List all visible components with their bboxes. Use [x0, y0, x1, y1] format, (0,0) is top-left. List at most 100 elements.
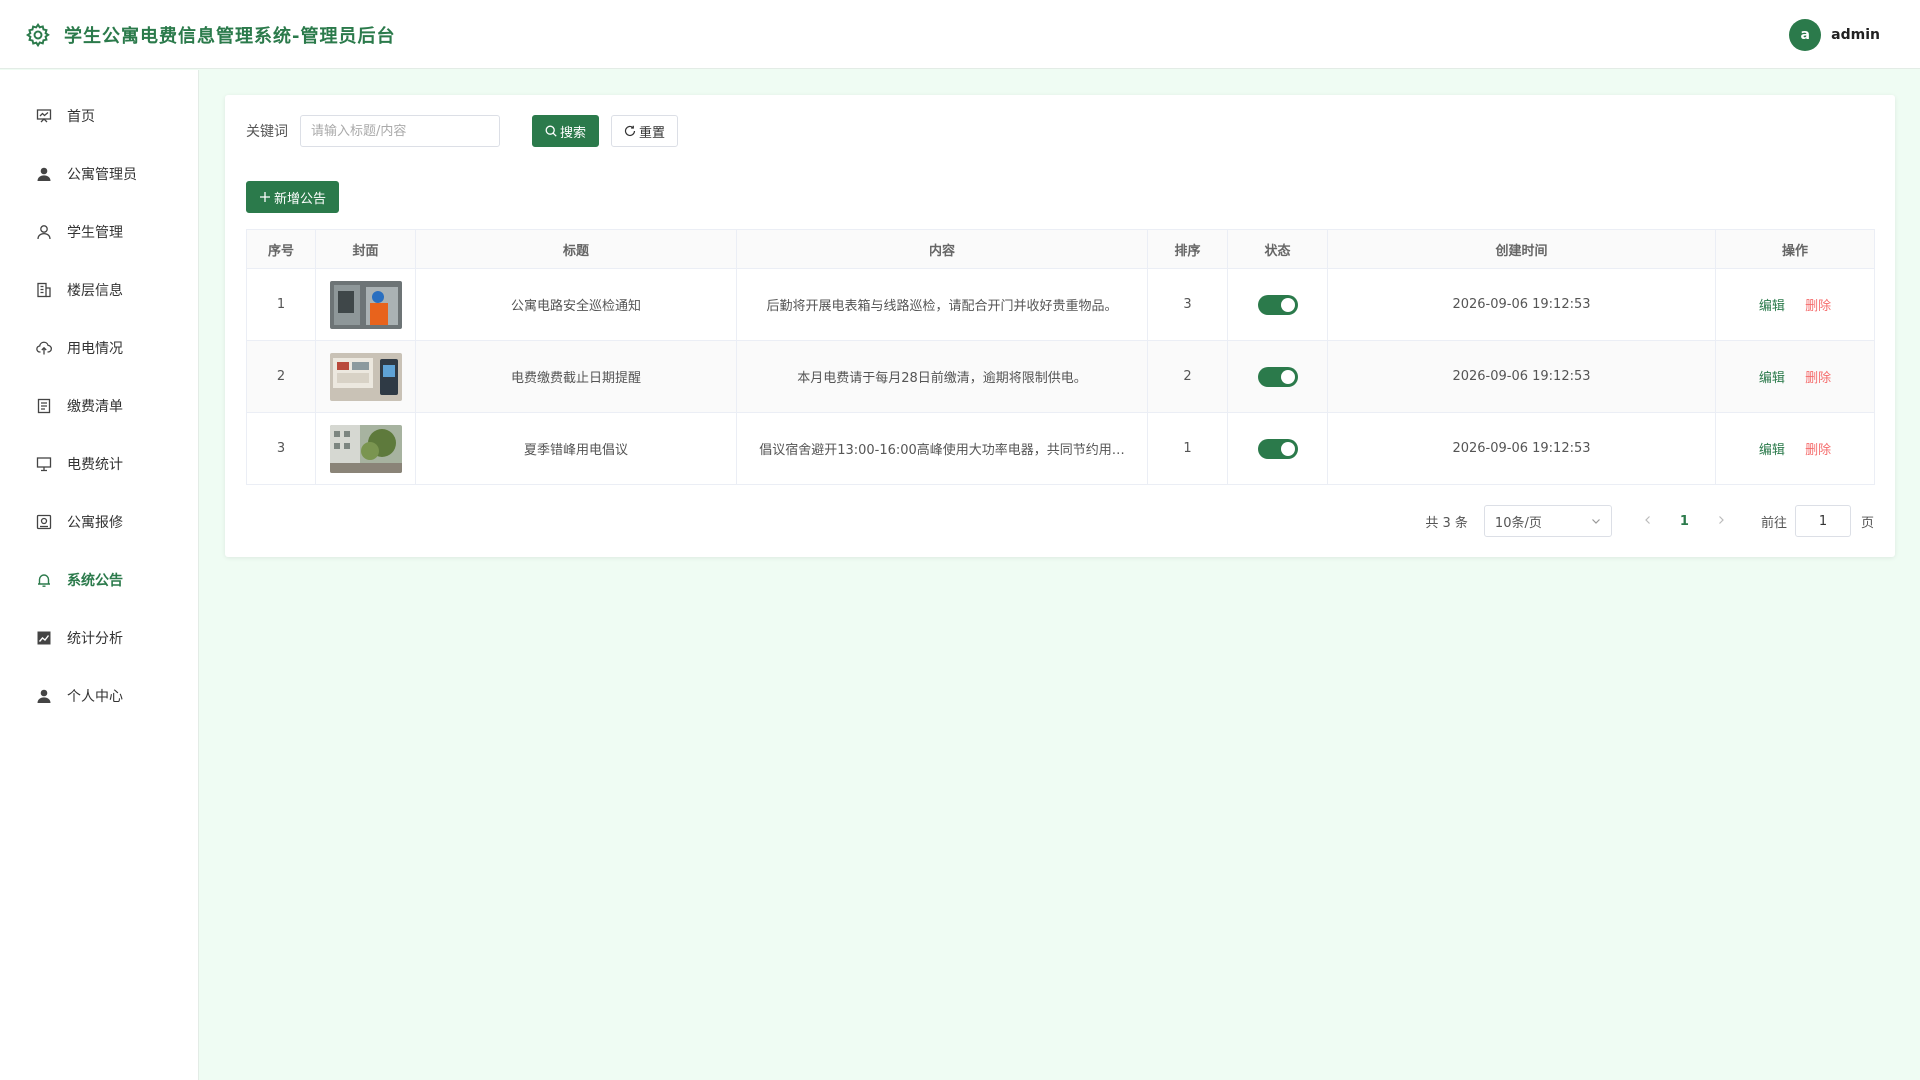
chevron-left-icon	[1645, 515, 1650, 524]
column-header: 序号	[246, 229, 316, 269]
user-icon	[37, 225, 51, 240]
username[interactable]: admin	[1831, 27, 1880, 43]
row-index: 3	[246, 412, 316, 485]
cover-image[interactable]	[329, 424, 402, 473]
row-index: 1	[246, 268, 316, 341]
table-header-row: 序号 封面 标题 内容 排序 状态 创建时间 操作	[246, 229, 1875, 269]
sidebar-item-label: 缴费清单	[67, 399, 123, 415]
avatar[interactable]: a	[1789, 19, 1822, 51]
sidebar-item-label: 电费统计	[67, 457, 123, 473]
row-sort: 3	[1147, 268, 1228, 341]
status-toggle[interactable]	[1257, 366, 1298, 387]
presentation-icon	[36, 109, 52, 123]
actions-cell: 编辑 删除	[1715, 268, 1875, 341]
add-announcement-button[interactable]: 新增公告	[246, 181, 340, 213]
goto-label: 前往	[1760, 515, 1787, 531]
sidebar-item-label: 系统公告	[67, 573, 123, 589]
search-icon	[545, 125, 557, 137]
sidebar-item-label: 公寓管理员	[67, 167, 137, 183]
sidebar-item-repairs[interactable]: 公寓报修	[0, 493, 198, 551]
sidebar-item-label: 个人中心	[67, 689, 123, 705]
chevron-down-icon	[1591, 519, 1600, 524]
row-sort: 2	[1147, 340, 1228, 413]
column-header: 状态	[1227, 229, 1328, 269]
chevron-right-icon	[1719, 515, 1724, 524]
status-cell	[1227, 412, 1328, 485]
app-title: 学生公寓电费信息管理系统-管理员后台	[64, 26, 396, 47]
sidebar-item-floors[interactable]: 楼层信息	[0, 261, 198, 319]
cover-image[interactable]	[329, 352, 402, 401]
edit-button[interactable]: 编辑	[1759, 371, 1785, 386]
user-menu[interactable]: a admin	[1789, 19, 1880, 51]
sidebar: 首页 公寓管理员 学生管理 楼层信息 用电情况 缴费清单 电费统计 公寓报修 系…	[0, 70, 199, 1080]
building-icon	[37, 282, 51, 298]
main-panel: 关键词 搜索 重置 新增公告 序号 封面 标题 内容 排序 状态 创	[225, 95, 1895, 557]
actions-cell: 编辑 删除	[1715, 340, 1875, 413]
sidebar-item-students[interactable]: 学生管理	[0, 203, 198, 261]
sidebar-item-label: 公寓报修	[67, 515, 123, 531]
page-suffix: 页	[1860, 515, 1874, 531]
sidebar-item-label: 楼层信息	[67, 283, 123, 299]
delete-button[interactable]: 删除	[1805, 443, 1831, 458]
row-created-time: 2026-09-06 19:12:53	[1327, 412, 1716, 485]
sidebar-item-label: 首页	[67, 109, 95, 125]
refresh-icon	[624, 125, 636, 137]
reset-button[interactable]: 重置	[611, 115, 679, 147]
search-bar: 关键词 搜索 重置	[246, 115, 679, 147]
top-header: 学生公寓电费信息管理系统-管理员后台 a admin	[0, 0, 1920, 69]
row-index: 2	[246, 340, 316, 413]
sidebar-item-payment-list[interactable]: 缴费清单	[0, 377, 198, 435]
sidebar-item-fee-statistics[interactable]: 电费统计	[0, 435, 198, 493]
cover-cell	[315, 340, 416, 413]
next-page-button[interactable]	[1711, 514, 1731, 529]
chart-icon	[37, 631, 51, 645]
prev-page-button[interactable]	[1638, 514, 1658, 529]
cloud-upload-icon	[36, 341, 52, 355]
table-row: 3 夏季错峰用电倡议 倡议宿舍避开13:00-16:00高峰使用大功率电器，共同…	[246, 412, 1875, 485]
announcements-table: 序号 封面 标题 内容 排序 状态 创建时间 操作 1 公寓电路安全巡检通知 后…	[246, 229, 1875, 485]
tools-icon	[36, 514, 52, 530]
status-cell	[1227, 340, 1328, 413]
row-content: 倡议宿舍避开13:00-16:00高峰使用大功率电器，共同节约用…	[736, 412, 1148, 485]
page-size-select[interactable]: 10条/页	[1483, 505, 1612, 537]
cover-image[interactable]	[329, 280, 402, 329]
goto-page-input[interactable]	[1794, 505, 1851, 537]
sidebar-item-apartment-admin[interactable]: 公寓管理员	[0, 145, 198, 203]
row-content: 本月电费请于每月28日前缴清，逾期将限制供电。	[736, 340, 1148, 413]
search-input[interactable]	[300, 115, 500, 147]
sidebar-item-home[interactable]: 首页	[0, 87, 198, 145]
sidebar-item-electricity-usage[interactable]: 用电情况	[0, 319, 198, 377]
row-created-time: 2026-09-06 19:12:53	[1327, 340, 1716, 413]
status-toggle[interactable]	[1257, 294, 1298, 315]
sidebar-item-profile[interactable]: 个人中心	[0, 667, 198, 725]
sidebar-item-label: 统计分析	[67, 631, 123, 647]
user-solid-icon	[37, 167, 51, 181]
actions-cell: 编辑 删除	[1715, 412, 1875, 485]
search-button[interactable]: 搜索	[532, 115, 600, 147]
document-icon	[37, 398, 51, 414]
column-header: 封面	[315, 229, 416, 269]
row-title: 夏季错峰用电倡议	[415, 412, 737, 485]
sidebar-item-announcements[interactable]: 系统公告	[0, 551, 198, 609]
column-header: 标题	[415, 229, 737, 269]
user-solid-icon	[37, 689, 51, 703]
sidebar-item-analytics[interactable]: 统计分析	[0, 609, 198, 667]
row-created-time: 2026-09-06 19:12:53	[1327, 268, 1716, 341]
column-header: 内容	[736, 229, 1148, 269]
page-number[interactable]: 1	[1680, 514, 1689, 529]
monitor-icon	[36, 457, 52, 472]
column-header: 操作	[1715, 229, 1875, 269]
edit-button[interactable]: 编辑	[1759, 443, 1785, 458]
delete-button[interactable]: 删除	[1805, 371, 1831, 386]
total-count: 共 3 条	[1425, 515, 1468, 531]
sidebar-item-label: 用电情况	[67, 341, 123, 357]
delete-button[interactable]: 删除	[1805, 299, 1831, 314]
row-title: 电费缴费截止日期提醒	[415, 340, 737, 413]
edit-button[interactable]: 编辑	[1759, 299, 1785, 314]
pagination: 共 3 条 10条/页 1 前往 页	[1425, 505, 1874, 537]
cover-cell	[315, 412, 416, 485]
status-toggle[interactable]	[1257, 438, 1298, 459]
keyword-label: 关键词	[246, 124, 288, 140]
sidebar-item-label: 学生管理	[67, 225, 123, 241]
row-title: 公寓电路安全巡检通知	[415, 268, 737, 341]
